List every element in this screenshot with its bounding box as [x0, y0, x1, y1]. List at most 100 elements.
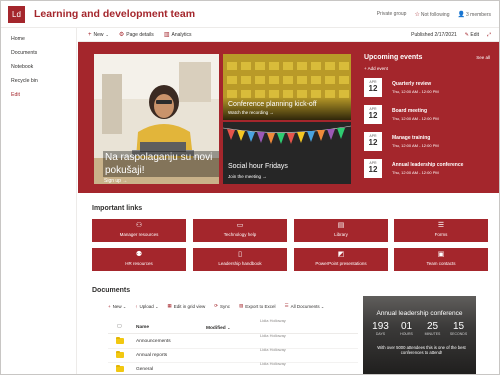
library-icon: ▤ [337, 222, 345, 229]
hero-tile-conference[interactable]: Conference planning kick-off Watch the r… [223, 54, 351, 120]
row-modified-by: Lidia Holloway [260, 333, 286, 338]
column-name[interactable]: Name [136, 325, 149, 330]
plus-icon: + [108, 303, 111, 309]
hero-main-headline: Na raspolaganju su novi pokušaji! [103, 151, 219, 177]
chevron-down-icon: ⌄ [320, 303, 325, 309]
command-bar: + New ⌄ ⚙ Page details ▥ Analytics Published… [78, 28, 499, 42]
arrow-right-icon: → [262, 174, 267, 179]
row-modified-by: Lidia Holloway [260, 347, 286, 352]
column-modified[interactable]: Modified ⌄ [206, 325, 230, 331]
add-event-button[interactable]: + Add event [364, 66, 490, 71]
sync-icon: ⟳ [214, 303, 218, 308]
nav-edit-link[interactable]: Edit [1, 88, 76, 102]
laptop-icon: ▭ [236, 222, 244, 229]
new-button[interactable]: + New ⌄ [88, 32, 109, 38]
link-tile-powerpoint-presentations[interactable]: ◩ PowerPoint presentations [294, 248, 388, 271]
row-name[interactable]: General [136, 367, 153, 372]
link-tile-forms[interactable]: ☰ Forms [394, 219, 488, 242]
link-tile-manager-resources[interactable]: ⚇ Manager resources [92, 219, 186, 242]
nav-item-recycle-bin[interactable]: Recycle bin [1, 74, 76, 88]
doc-new-button[interactable]: + New ⌄ [108, 304, 126, 309]
table-row[interactable]: General Lidia Holloway [108, 361, 358, 374]
event-day: 12 [368, 84, 378, 93]
grid-icon: ▦ [167, 303, 172, 308]
countdown-value: 25 [426, 321, 439, 332]
event-item[interactable]: APR 12 Board meeting Thu, 12:00 AM - 12:00… [364, 104, 490, 125]
event-day: 12 [368, 111, 378, 120]
upload-icon: ↑ [135, 303, 138, 309]
event-day: 12 [368, 165, 378, 174]
event-name: Board meeting [392, 108, 428, 114]
arrow-right-icon: → [269, 110, 274, 115]
social-hour-link[interactable]: Join the meeting → [228, 174, 346, 179]
event-time: Thu, 12:00 AM - 12:00 PM [392, 143, 439, 148]
table-row[interactable]: Announcements Lidia Holloway [108, 333, 358, 349]
group-type-label: Private group [376, 11, 407, 17]
event-name: Quarterly review [392, 81, 432, 87]
event-info: Annual leadership conference Thu, 12:00 A… [392, 162, 463, 175]
doc-upload-label: Upload [139, 303, 154, 309]
row-name[interactable]: Annual reports [136, 353, 167, 358]
expand-icon[interactable]: ⤢ [487, 32, 491, 38]
doc-upload-button[interactable]: ↑ Upload ⌄ [135, 304, 158, 309]
countdown-value: 193 [372, 321, 389, 332]
gear-icon: ⚙ [118, 32, 125, 38]
link-tile-library[interactable]: ▤ Library [294, 219, 388, 242]
follow-button[interactable]: ☆Not following [414, 11, 449, 18]
link-tile-hr-resources[interactable]: ⚉ HR resources [92, 248, 186, 271]
event-info: Manage training Thu, 12:00 AM - 12:00 PM [392, 135, 439, 148]
link-label: Library [334, 232, 348, 237]
hero-signup-link[interactable]: Sign up → [104, 178, 127, 184]
edit-label: Edit [470, 31, 479, 38]
countdown-unit: SECONDS [449, 332, 468, 336]
hero-main-tile[interactable]: Na raspolaganju su novi pokušaji! Sign u… [94, 54, 219, 184]
doc-export-button[interactable]: ▨ Export to Excel [239, 303, 276, 309]
nav-item-home[interactable]: Home [1, 32, 76, 46]
star-icon: ☆ [414, 11, 420, 18]
folder-icon [116, 365, 124, 372]
event-item[interactable]: APR 12 Quarterly review Thu, 12:00 AM - 12… [364, 77, 490, 98]
nav-item-notebook[interactable]: Notebook [1, 60, 76, 74]
signup-label: Sign up [104, 178, 121, 184]
doc-view-label: All Documents [290, 303, 320, 309]
page-details-label: Page details [126, 31, 154, 38]
view-list-icon: ☰ [284, 303, 289, 308]
see-all-link[interactable]: See all [476, 55, 490, 60]
chevron-down-icon: ⌄ [105, 32, 109, 37]
event-item[interactable]: APR 12 Annual leadership conference Thu, 1… [364, 158, 490, 179]
upcoming-events: Upcoming events See all + Add event APR 1… [364, 54, 490, 189]
doc-sync-button[interactable]: ⟳ Sync [214, 303, 230, 309]
doc-sync-label: Sync [219, 303, 230, 309]
countdown-days: 193 DAYS [370, 321, 392, 336]
link-tile-technology-help[interactable]: ▭ Technology help [193, 219, 287, 242]
countdown-description: With over 5000 attendees this is one of … [377, 345, 466, 356]
hero-tile-social-hour[interactable]: Social hour Fridays Join the meeting → [223, 122, 351, 184]
table-row[interactable]: Annual reports Lidia Holloway [108, 347, 358, 363]
site-logo[interactable]: Ld [8, 5, 25, 23]
members-button[interactable]: 👤3 members [458, 11, 492, 18]
event-time: Thu, 12:00 AM - 12:00 PM [392, 116, 439, 121]
row-name[interactable]: Announcements [136, 339, 171, 344]
doc-view-selector[interactable]: ☰ All Documents ⌄ [285, 303, 325, 309]
doc-grid-view-button[interactable]: ▦ Edit in grid view [167, 303, 205, 309]
event-item[interactable]: APR 12 Manage training Thu, 12:00 AM - 12:… [364, 131, 490, 152]
conference-caption: Conference planning kick-off Watch the r… [223, 97, 351, 120]
published-status: Published 2/17/2021 [411, 31, 457, 38]
nav-item-documents[interactable]: Documents [1, 46, 76, 60]
page-details-button[interactable]: ⚙ Page details [118, 31, 154, 39]
edit-button[interactable]: ✎ Edit [465, 32, 479, 38]
conference-link[interactable]: Watch the recording → [228, 110, 346, 115]
link-tile-leadership-handbook[interactable]: ▯ Leadership handbook [193, 248, 287, 271]
link-tile-team-contacts[interactable]: ▣ Team contacts [394, 248, 488, 271]
analytics-button[interactable]: ▥ Analytics [164, 31, 192, 39]
plus-icon: + [88, 31, 92, 38]
conference-title: Conference planning kick-off [228, 101, 317, 108]
doc-export-label: Export to Excel [245, 303, 276, 309]
doc-new-label: New [112, 303, 122, 309]
watch-recording-label: Watch the recording [228, 110, 269, 115]
event-info: Quarterly review Thu, 12:00 AM - 12:00 PM [392, 81, 439, 94]
follow-label: Not following [420, 11, 450, 18]
folder-icon [116, 351, 124, 358]
analytics-label: Analytics [171, 31, 192, 38]
site-title[interactable]: Learning and development team [34, 8, 195, 20]
